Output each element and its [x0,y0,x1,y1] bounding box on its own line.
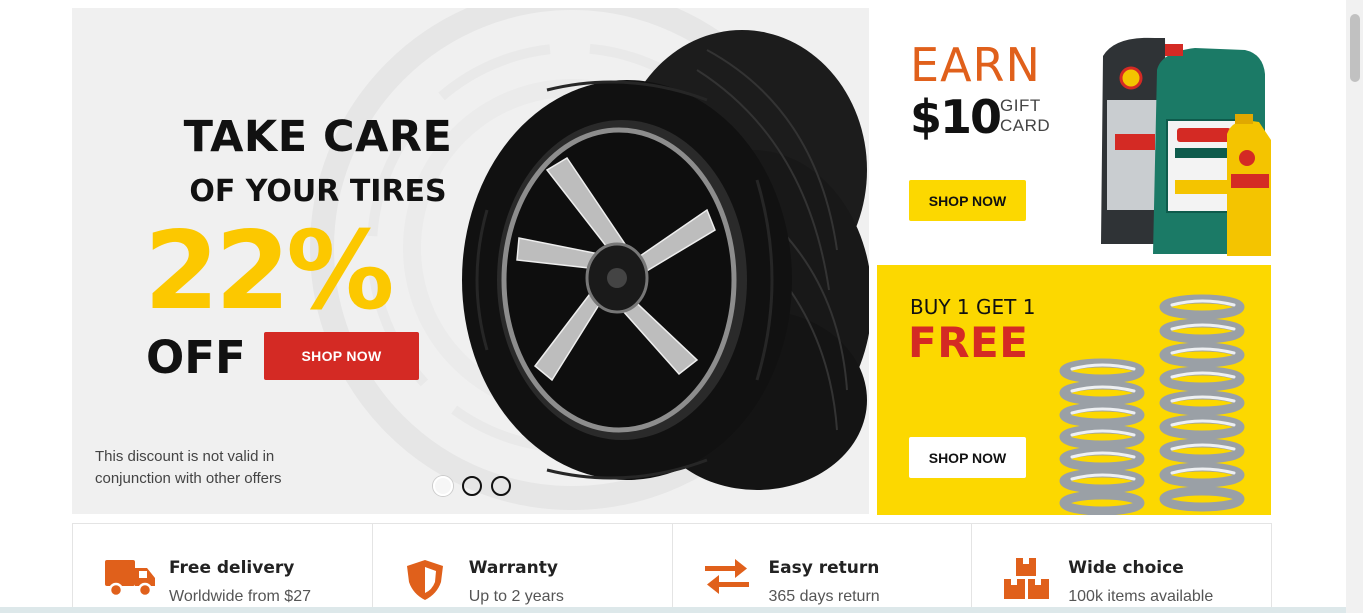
promo-oil-shop-now-button[interactable]: SHOP NOW [909,180,1026,221]
feature-subtitle: Worldwide from $27 [169,588,311,605]
features-bar: Free delivery Worldwide from $27 Warrant… [72,523,1272,613]
promo-spring-shop-now-button[interactable]: SHOP NOW [909,437,1026,478]
feature-subtitle: 100k items available [1068,588,1214,605]
promo-buy-one-get-one[interactable]: BUY 1 GET 1 FREE SHOP NOW [877,265,1271,515]
slider-pagination [433,476,511,496]
hero-shop-now-button[interactable]: SHOP NOW [264,332,419,380]
scrollbar-thumb[interactable] [1350,14,1360,82]
slider-dot-2[interactable] [462,476,482,496]
truck-icon [105,560,155,598]
hero-off-label: OFF [146,331,246,384]
exchange-arrows-icon [704,559,749,594]
promo-gift-card[interactable]: EARN $10 GIFT CARD SHOP NOW [877,8,1271,257]
slider-dot-3[interactable] [491,476,511,496]
feature-free-delivery: Free delivery Worldwide from $27 [73,524,373,613]
promo-gift-card-label: GIFT CARD [1000,96,1050,136]
bottom-edge-strip [0,607,1346,613]
motor-oil-image [1101,37,1271,256]
gift-line-1: GIFT [1000,96,1041,115]
boxes-icon [1004,558,1050,599]
feature-wide-choice: Wide choice 100k items available [972,524,1271,613]
page-scrollbar[interactable] [1346,0,1363,613]
gift-line-2: CARD [1000,116,1051,135]
feature-easy-return: Easy return 365 days return [673,524,973,613]
coil-springs-image [1059,294,1245,515]
hero-discount: 22% [144,209,395,334]
tires-image [462,30,869,490]
hero-title: TAKE CARE [183,112,453,162]
shield-icon [406,560,443,600]
feature-subtitle: 365 days return [768,588,880,605]
hero-slider[interactable]: TAKE CARE OF YOUR TIRES 22% OFF SHOP NOW… [72,8,869,514]
promo-free-label: FREE [908,318,1029,367]
promo-gift-amount: $10 [910,90,1002,144]
feature-subtitle: Up to 2 years [468,588,564,605]
feature-title: Wide choice [1068,558,1184,578]
feature-title: Easy return [768,558,880,578]
promo-earn-label: EARN [910,38,1041,92]
promo-buy-label: BUY 1 GET 1 [910,295,1036,319]
feature-warranty: Warranty Up to 2 years [373,524,673,613]
feature-title: Free delivery [169,558,295,578]
feature-title: Warranty [468,558,558,578]
slider-dot-1[interactable] [433,476,453,496]
hero-disclaimer: This discount is not valid in conjunctio… [95,448,282,487]
